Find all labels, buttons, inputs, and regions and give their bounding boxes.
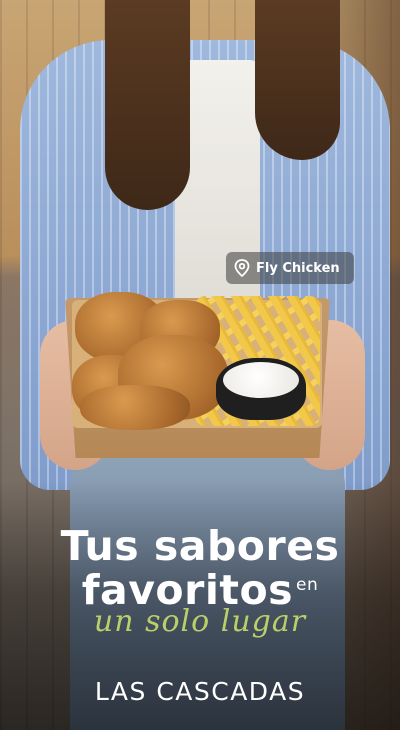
headline-line-1: Tus sabores: [60, 522, 340, 570]
sauce: [223, 362, 299, 398]
location-tag[interactable]: Fly Chicken: [226, 252, 354, 284]
map-pin-icon: [234, 259, 250, 277]
person-hair-left: [105, 0, 190, 210]
location-tag-label: Fly Chicken: [256, 260, 340, 276]
person-hair-right: [255, 0, 340, 160]
headline-script: un solo lugar: [93, 604, 307, 639]
promo-screen: Fly Chicken Tus sabores favoritos en un s…: [0, 0, 400, 730]
headline-connector: en: [296, 575, 319, 595]
chicken-tender: [80, 385, 190, 430]
location-name: LAS CASCADAS: [94, 677, 306, 706]
